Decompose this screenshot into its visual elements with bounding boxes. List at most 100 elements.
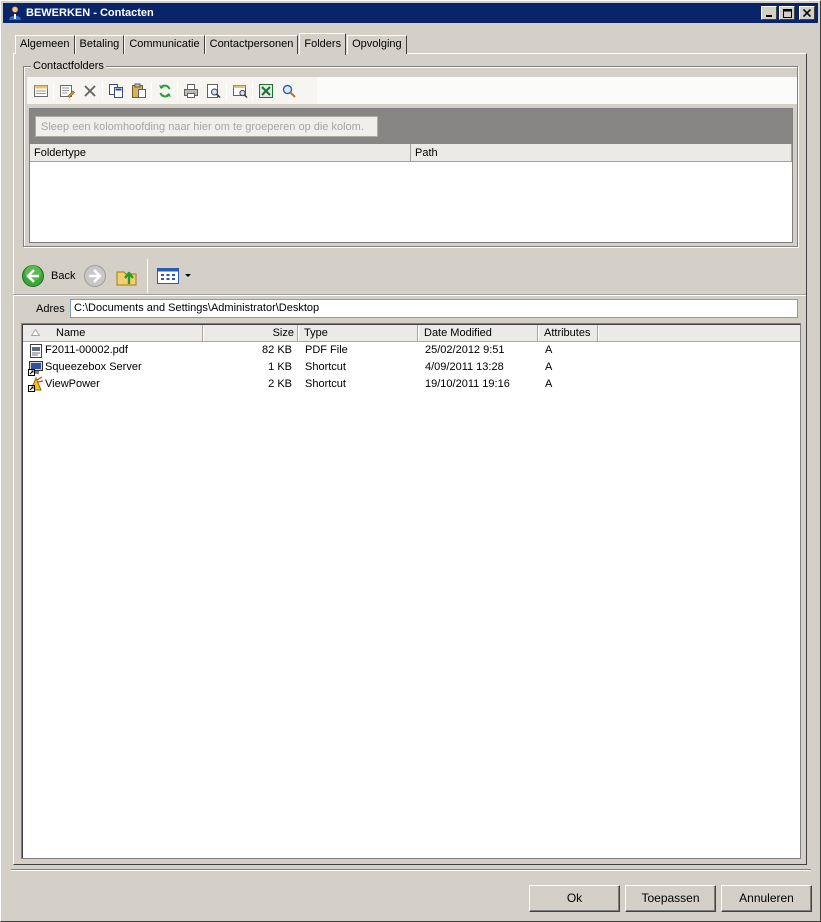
back-label: Back [51, 270, 76, 282]
folder-up-icon [116, 271, 137, 286]
refresh-button[interactable] [153, 79, 176, 102]
delete-button[interactable] [78, 79, 101, 102]
file-size: 82 KB [262, 344, 292, 356]
excel-export-icon [258, 83, 273, 98]
back-button[interactable]: Back [21, 261, 75, 291]
toolbar-separator [147, 259, 149, 293]
column-foldertype[interactable]: Foldertype [30, 144, 411, 162]
forward-arrow-icon [84, 265, 107, 287]
toolbar-separator [151, 81, 152, 100]
column-size[interactable]: Size [203, 325, 298, 341]
file-type: PDF File [305, 344, 348, 356]
file-name: F2011-00002.pdf [45, 344, 128, 356]
copy-button[interactable] [104, 79, 127, 102]
contact-person-icon [8, 6, 22, 21]
apply-button[interactable]: Toepassen [625, 885, 716, 912]
file-size: 2 KB [268, 378, 292, 390]
back-arrow-icon [22, 265, 44, 287]
file-size: 1 KB [268, 361, 292, 373]
edit-button[interactable] [55, 79, 78, 102]
tab-algemeen[interactable]: Algemeen [15, 35, 75, 54]
file-attributes: A [545, 344, 553, 356]
paste-button[interactable] [127, 79, 150, 102]
file-date-modified: 4/09/2011 13:28 [425, 361, 504, 373]
cancel-button[interactable]: Annuleren [721, 885, 812, 912]
file-list[interactable]: Name Size Type Date Modified Attributes … [21, 323, 801, 859]
print-preview-icon [206, 83, 221, 98]
contactfolders-group-title: Contactfolders [31, 60, 106, 72]
toolbar-divider [13, 294, 806, 296]
group-by-panel[interactable]: Sleep een kolomhoofding naar hier om te … [30, 109, 792, 144]
maximize-icon [782, 8, 792, 18]
column-type[interactable]: Type [298, 325, 418, 341]
file-type: Shortcut [305, 378, 346, 390]
group-by-hint: Sleep een kolomhoofding naar hier om te … [35, 116, 378, 137]
column-attributes[interactable]: Attributes [538, 325, 598, 341]
title-bar[interactable]: BEWERKEN - Contacten [3, 3, 818, 23]
print-icon [183, 83, 198, 98]
filter-button[interactable] [228, 79, 251, 102]
new-record-icon [33, 84, 48, 97]
toolbar-separator [252, 81, 253, 100]
tab-communicatie[interactable]: Communicatie [124, 35, 205, 54]
minimize-icon [766, 15, 772, 17]
column-path[interactable]: Path [411, 144, 792, 162]
print-button[interactable] [179, 79, 202, 102]
column-attributes-label: Attributes [544, 327, 591, 339]
grid-toolbar [27, 77, 797, 104]
shortcut-icon [28, 376, 44, 392]
tab-strip: Algemeen Betaling Communicatie Contactpe… [15, 33, 407, 55]
file-row[interactable]: F2011-00002.pdf 82 KB PDF File 25/02/201… [24, 342, 799, 359]
grid-header: Foldertype Path [30, 144, 792, 162]
file-row[interactable]: Squeezebox Server 1 KB Shortcut 4/09/201… [24, 359, 799, 376]
address-input[interactable]: C:\Documents and Settings\Administrator\… [70, 299, 798, 318]
sort-ascending-icon [31, 329, 40, 336]
toolbar-separator [102, 81, 103, 100]
column-date-label: Date Modified [424, 327, 492, 339]
contactfolders-grid: Sleep een kolomhoofding naar hier om te … [29, 108, 793, 243]
edit-contact-window: BEWERKEN - Contacten Algemeen Betaling C… [0, 0, 821, 922]
minimize-button[interactable] [761, 6, 777, 20]
close-button[interactable] [799, 6, 815, 20]
toolbar-separator [53, 81, 54, 100]
tab-folders[interactable]: Folders [299, 33, 347, 55]
new-record-button[interactable] [29, 79, 52, 102]
toolbar-filler [317, 77, 797, 104]
tab-opvolging[interactable]: Opvolging [347, 35, 407, 54]
column-date-modified[interactable]: Date Modified [418, 325, 538, 341]
views-button[interactable] [156, 261, 192, 291]
column-size-label: Size [272, 327, 294, 339]
paste-icon [131, 83, 146, 98]
toolbar-separator [226, 81, 227, 100]
print-preview-button[interactable] [202, 79, 225, 102]
maximize-button[interactable] [779, 6, 795, 20]
forward-button[interactable] [83, 261, 107, 291]
window-title: BEWERKEN - Contacten [26, 7, 154, 19]
column-name[interactable]: Name [23, 325, 203, 341]
view-mode-icon [157, 268, 180, 284]
file-list-header: Name Size Type Date Modified Attributes [23, 325, 800, 342]
search-button[interactable] [277, 79, 300, 102]
file-name: ViewPower [45, 378, 100, 390]
shortcut-icon [28, 361, 43, 376]
copy-icon [108, 83, 123, 98]
tab-betaling[interactable]: Betaling [74, 35, 125, 54]
refresh-icon [158, 84, 171, 97]
pdf-file-icon [30, 344, 42, 358]
close-icon [803, 9, 811, 17]
file-row[interactable]: ViewPower 2 KB Shortcut 19/10/2011 19:16… [24, 376, 799, 393]
search-icon [282, 84, 296, 98]
ok-button[interactable]: Ok [529, 885, 620, 912]
column-name-label: Name [56, 327, 86, 339]
column-type-label: Type [304, 327, 328, 339]
tab-contactpersonen[interactable]: Contactpersonen [204, 35, 299, 54]
delete-icon [83, 84, 96, 97]
address-label: Adres [36, 303, 65, 315]
excel-export-button[interactable] [254, 79, 277, 102]
file-attributes: A [545, 378, 553, 390]
folder-up-button[interactable] [115, 261, 139, 291]
footer-divider [11, 869, 811, 871]
explorer-toolbar: Back [21, 259, 801, 293]
chevron-down-icon[interactable] [185, 274, 192, 278]
filter-icon [232, 84, 248, 98]
